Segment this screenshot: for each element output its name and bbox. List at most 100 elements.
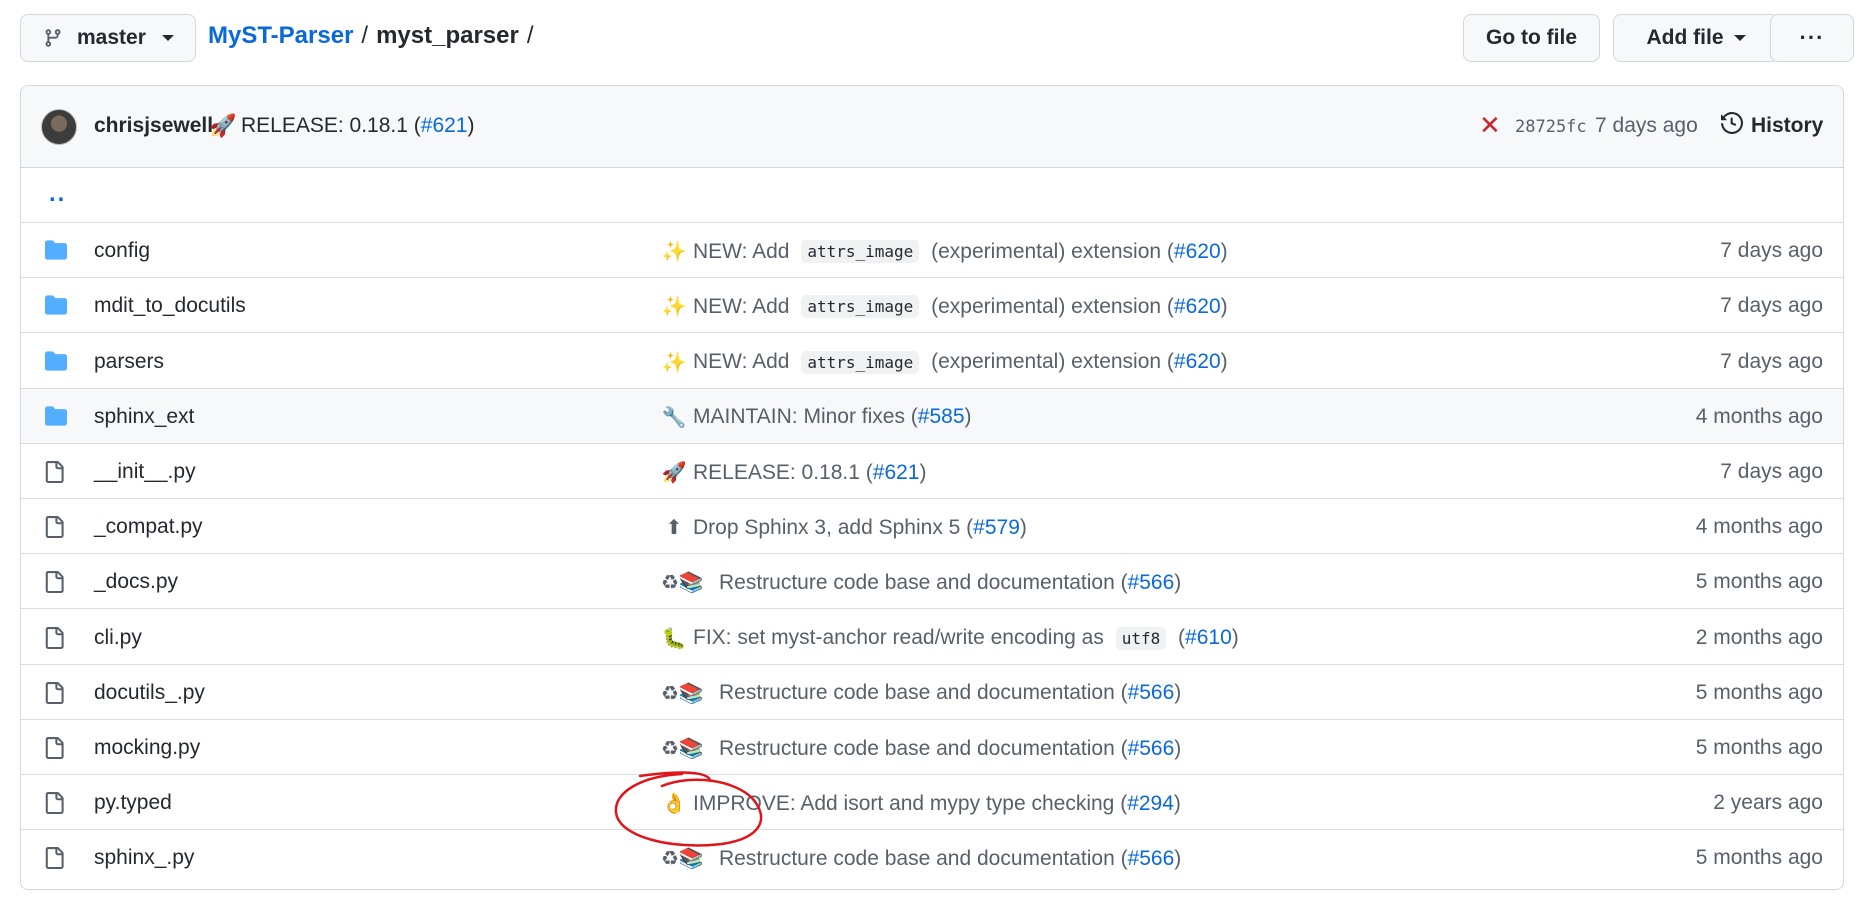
file-row[interactable]: py.typed 👌 IMPROVE: Add isort and mypy typ… (21, 775, 1843, 831)
commit-message-text: NEW: Add (693, 294, 796, 318)
folder-icon (43, 294, 69, 318)
file-commit-message[interactable]: 🐛 FIX: set myst-anchor read/write encodin… (661, 626, 1239, 651)
file-row[interactable]: _docs.py ♻📚 Restructure code base and docu… (21, 554, 1843, 610)
commit-pr-link[interactable]: #585 (918, 405, 965, 429)
commit-pr-link[interactable]: #620 (1174, 240, 1221, 264)
file-commit-message[interactable]: 🔧 MAINTAIN: Minor fixes (#585) (661, 405, 972, 430)
commit-message-text: RELEASE: 0.18.1 ( (693, 460, 873, 484)
file-name-link[interactable]: sphinx_.py (94, 846, 194, 870)
breadcrumb-separator: / (361, 22, 369, 49)
file-row[interactable]: config ✨ NEW: Add attrs_image (experimenta… (21, 223, 1843, 279)
commit-pr-link[interactable]: #620 (1174, 350, 1221, 374)
file-commit-message[interactable]: ♻📚 Restructure code base and documentatio… (661, 681, 1181, 706)
commit-message-close: ) (1019, 515, 1027, 539)
file-icon (43, 570, 69, 594)
file-commit-age: 5 months ago (1695, 846, 1823, 870)
file-commit-age: 7 days ago (1720, 294, 1823, 318)
file-commit-message[interactable]: ✨ NEW: Add attrs_image (experimental) ext… (661, 350, 1228, 375)
file-row[interactable]: cli.py 🐛 FIX: set myst-anchor read/write e… (21, 610, 1843, 665)
file-name-link[interactable]: docutils_.py (94, 681, 205, 705)
go-to-file-label: Go to file (1486, 26, 1577, 49)
commit-emoji-icon: 🐛 (661, 627, 687, 650)
file-name-link[interactable]: _compat.py (94, 515, 203, 539)
commit-message-close: ) (964, 405, 972, 429)
commit-message-close: ) (1174, 681, 1182, 705)
file-row[interactable]: sphinx_.py ♻📚 Restructure code base and do… (21, 830, 1843, 885)
file-row[interactable]: sphinx_ext 🔧 MAINTAIN: Minor fixes (#585) 4… (21, 388, 1843, 444)
commit-pr-link[interactable]: #610 (1185, 626, 1232, 650)
more-options-button[interactable]: ··· (1770, 14, 1854, 62)
history-link[interactable]: History (1721, 111, 1823, 140)
file-commit-age: 7 days ago (1720, 239, 1823, 263)
file-name-link[interactable]: mocking.py (94, 736, 200, 760)
add-file-label: Add file (1646, 26, 1724, 49)
commit-pr-link[interactable]: #620 (1174, 295, 1221, 319)
file-commit-message[interactable]: ⬆ Drop Sphinx 3, add Sphinx 5 (#579) (661, 515, 1027, 540)
commit-pr-link[interactable]: #621 (421, 114, 468, 137)
file-commit-message[interactable]: ♻📚 Restructure code base and documentatio… (661, 736, 1181, 761)
file-name-link[interactable]: config (94, 239, 150, 263)
commit-message-text: Restructure code base and documentation … (719, 570, 1128, 594)
file-commit-age: 4 months ago (1695, 515, 1823, 539)
branch-selector-button[interactable]: master (20, 14, 196, 62)
commit-emoji-icon: 🔧 (661, 406, 687, 429)
commit-message-text: Drop Sphinx 3, add Sphinx 5 ( (693, 515, 974, 539)
commit-author-link[interactable]: chrisjsewell (94, 114, 213, 138)
file-commit-message[interactable]: 🚀 RELEASE: 0.18.1 (#621) (661, 460, 927, 485)
commit-message-text: Restructure code base and documentation … (719, 846, 1128, 870)
commit-pr-link[interactable]: #621 (873, 461, 920, 485)
file-name-link[interactable]: parsers (94, 350, 164, 374)
commit-message-close: ) (467, 114, 475, 137)
parent-directory-row[interactable]: .. (21, 168, 1843, 223)
file-commit-message[interactable]: ✨ NEW: Add attrs_image (experimental) ext… (661, 294, 1228, 319)
file-commit-age: 5 months ago (1695, 680, 1823, 704)
commit-pr-link[interactable]: #579 (973, 516, 1020, 540)
inline-code: attrs_image (801, 240, 920, 264)
file-commit-message[interactable]: ♻📚 Restructure code base and documentatio… (661, 570, 1181, 595)
status-fail-icon[interactable]: ✕ (1479, 110, 1501, 141)
file-name-link[interactable]: _docs.py (94, 570, 178, 594)
file-name-link[interactable]: mdit_to_docutils (94, 294, 246, 318)
inline-code: utf8 (1115, 626, 1167, 650)
commit-message-text: FIX: set myst-anchor read/write encoding… (693, 626, 1110, 650)
file-row[interactable]: __init__.py 🚀 RELEASE: 0.18.1 (#621) 7 days… (21, 444, 1843, 499)
commit-pr-link[interactable]: #566 (1128, 737, 1175, 761)
commit-message-close: ) (1173, 791, 1181, 815)
file-commit-age: 4 months ago (1695, 404, 1823, 428)
file-icon (43, 681, 69, 705)
breadcrumb-current-dir: myst_parser (376, 22, 519, 49)
breadcrumb-repo-link[interactable]: MyST-Parser (208, 22, 353, 50)
file-icon (43, 791, 69, 815)
commit-message-close: ) (1231, 626, 1239, 650)
commit-sha-link[interactable]: 28725fc (1515, 117, 1587, 137)
commit-pr-link[interactable]: #566 (1128, 847, 1175, 871)
commit-message-text: NEW: Add (693, 239, 796, 263)
file-commit-age: 5 months ago (1695, 570, 1823, 594)
file-row[interactable]: docutils_.py ♻📚 Restructure code base and … (21, 665, 1843, 720)
go-to-file-button[interactable]: Go to file (1463, 14, 1600, 62)
file-row[interactable]: parsers ✨ NEW: Add attrs_image (experiment… (21, 334, 1843, 389)
file-icon (43, 626, 69, 650)
kebab-icon: ··· (1799, 25, 1825, 50)
commit-message-close: ) (1174, 846, 1182, 870)
file-name-link[interactable]: py.typed (94, 791, 172, 815)
commit-message[interactable]: RELEASE: 0.18.1 (#621) (241, 114, 474, 138)
commit-emoji-icon: ✨ (661, 241, 687, 264)
add-file-button[interactable]: Add file (1613, 14, 1779, 62)
commit-message-text: RELEASE: 0.18.1 ( (241, 114, 421, 137)
file-row[interactable]: mocking.py ♻📚 Restructure code base and do… (21, 720, 1843, 775)
file-name-link[interactable]: __init__.py (94, 460, 196, 484)
commit-pr-link[interactable]: #566 (1128, 681, 1175, 705)
commit-pr-link[interactable]: #566 (1128, 571, 1175, 595)
commit-pr-link[interactable]: #294 (1127, 792, 1174, 816)
breadcrumb: MyST-Parser / myst_parser / (208, 22, 542, 50)
parent-directory-link[interactable]: .. (49, 180, 66, 208)
file-row[interactable]: mdit_to_docutils ✨ NEW: Add attrs_image (e… (21, 278, 1843, 334)
file-icon (43, 460, 69, 484)
file-name-link[interactable]: cli.py (94, 626, 142, 650)
file-row[interactable]: _compat.py ⬆ Drop Sphinx 3, add Sphinx 5 (… (21, 499, 1843, 555)
file-commit-message[interactable]: ✨ NEW: Add attrs_image (experimental) ext… (661, 239, 1228, 264)
file-name-link[interactable]: sphinx_ext (94, 405, 194, 429)
avatar[interactable] (41, 109, 77, 145)
chevron-down-icon (1733, 35, 1746, 41)
